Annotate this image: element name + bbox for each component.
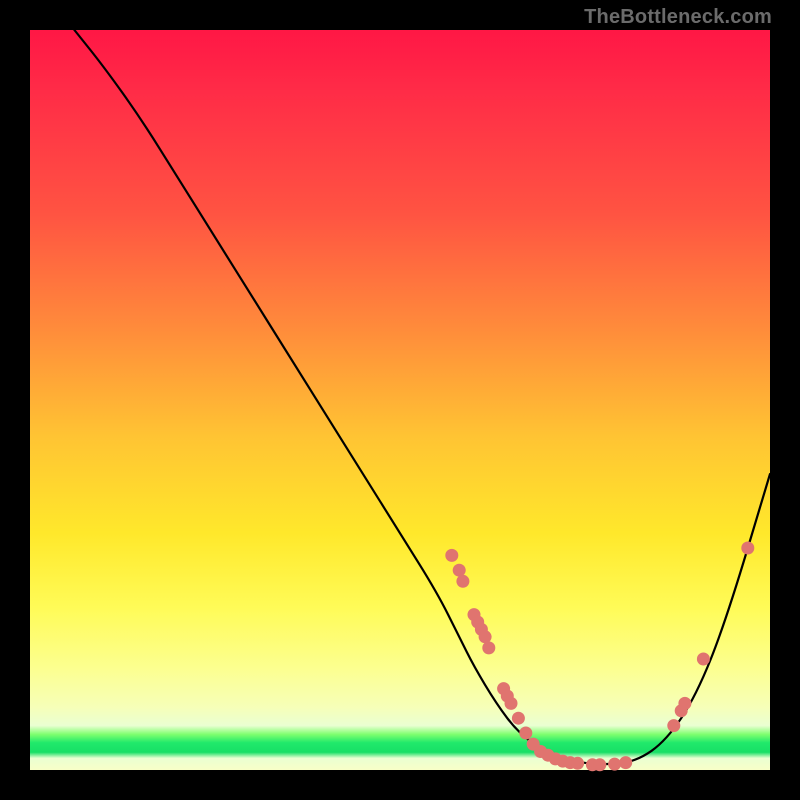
data-point — [453, 564, 466, 577]
data-point — [667, 719, 680, 732]
data-point — [512, 712, 525, 725]
data-point — [608, 758, 621, 771]
bottleneck-curve — [74, 30, 770, 764]
data-point — [445, 549, 458, 562]
data-point — [479, 630, 492, 643]
data-point — [678, 697, 691, 710]
data-point — [456, 575, 469, 588]
chart-stage: TheBottleneck.com — [0, 0, 800, 800]
data-point — [741, 542, 754, 555]
data-points — [445, 542, 754, 772]
data-point — [571, 757, 584, 770]
data-point — [697, 653, 710, 666]
data-point — [593, 758, 606, 771]
data-point — [519, 727, 532, 740]
watermark-text: TheBottleneck.com — [584, 6, 772, 29]
data-point — [505, 697, 518, 710]
data-point — [619, 756, 632, 769]
plot-area — [30, 30, 770, 770]
data-point — [482, 641, 495, 654]
chart-svg — [30, 30, 770, 770]
